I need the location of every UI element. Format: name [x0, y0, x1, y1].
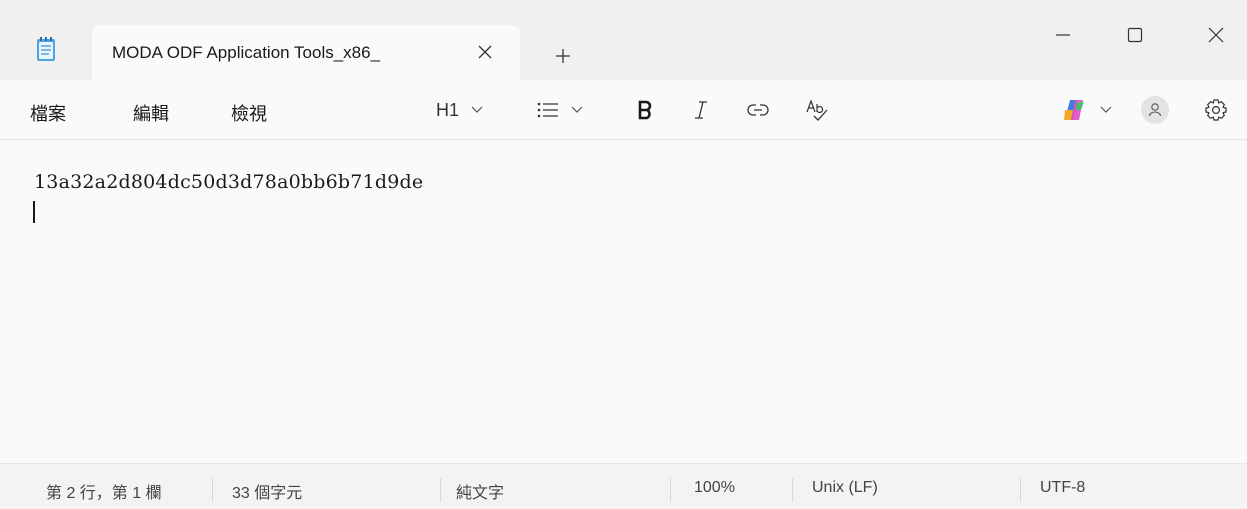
text-caret	[33, 201, 35, 223]
new-tab-button[interactable]	[545, 38, 581, 74]
italic-button[interactable]	[693, 92, 709, 128]
title-bar: MODA ODF Application Tools_x86_	[0, 0, 1247, 81]
maximize-button[interactable]	[1112, 12, 1158, 58]
status-bar: 第 2 行，第 1 欄 33 個字元 純文字 100% Unix (LF) UT…	[0, 463, 1247, 509]
gear-icon	[1205, 99, 1227, 121]
chevron-down-icon	[471, 106, 483, 113]
toolbar: 檔案 編輯 檢視 H1	[0, 80, 1247, 140]
close-icon	[1208, 27, 1224, 43]
tab-close-button[interactable]	[470, 37, 500, 67]
status-divider	[1020, 478, 1021, 502]
menu-view[interactable]: 檢視	[231, 100, 267, 126]
editor-line-1: 13a32a2d804dc50d3d78a0bb6b71d9de	[34, 171, 424, 193]
notepad-app-icon	[36, 36, 56, 62]
chevron-down-icon	[571, 106, 583, 113]
menu-file[interactable]: 檔案	[30, 100, 66, 126]
heading-dropdown[interactable]: H1	[436, 92, 483, 128]
avatar-icon	[1141, 96, 1169, 124]
list-dropdown[interactable]	[537, 92, 583, 128]
status-divider	[792, 478, 793, 502]
list-icon	[537, 102, 558, 118]
link-icon	[747, 104, 769, 116]
spellcheck-button[interactable]	[806, 92, 828, 128]
document-tab[interactable]: MODA ODF Application Tools_x86_	[92, 25, 520, 81]
cursor-position: 第 2 行，第 1 欄	[46, 485, 162, 502]
text-editor[interactable]: 13a32a2d804dc50d3d78a0bb6b71d9de	[0, 141, 1247, 463]
italic-icon	[695, 101, 707, 119]
character-count: 33 個字元	[232, 485, 303, 502]
status-divider	[212, 478, 213, 502]
encoding[interactable]: UTF-8	[1040, 479, 1085, 497]
bold-button[interactable]	[637, 92, 653, 128]
status-divider	[440, 478, 441, 502]
account-button[interactable]	[1140, 92, 1170, 128]
maximize-icon	[1127, 27, 1143, 43]
close-icon	[478, 45, 492, 59]
spellcheck-icon	[806, 99, 828, 121]
chevron-down-icon	[1100, 106, 1112, 113]
minimize-icon	[1056, 34, 1070, 36]
copilot-dropdown[interactable]	[1062, 92, 1112, 128]
zoom-level[interactable]: 100%	[694, 479, 735, 497]
heading-label: H1	[436, 99, 460, 120]
status-divider	[670, 478, 671, 502]
close-window-button[interactable]	[1193, 12, 1239, 58]
settings-button[interactable]	[1204, 92, 1228, 128]
link-button[interactable]	[747, 92, 769, 128]
tab-title: MODA ODF Application Tools_x86_	[112, 43, 381, 62]
plus-icon	[556, 49, 570, 63]
copilot-icon	[1064, 100, 1084, 120]
menu-edit[interactable]: 編輯	[133, 100, 169, 126]
bold-icon	[638, 100, 652, 120]
minimize-button[interactable]	[1040, 12, 1086, 58]
format-indicator[interactable]: 純文字	[456, 479, 504, 503]
line-ending[interactable]: Unix (LF)	[812, 479, 878, 497]
